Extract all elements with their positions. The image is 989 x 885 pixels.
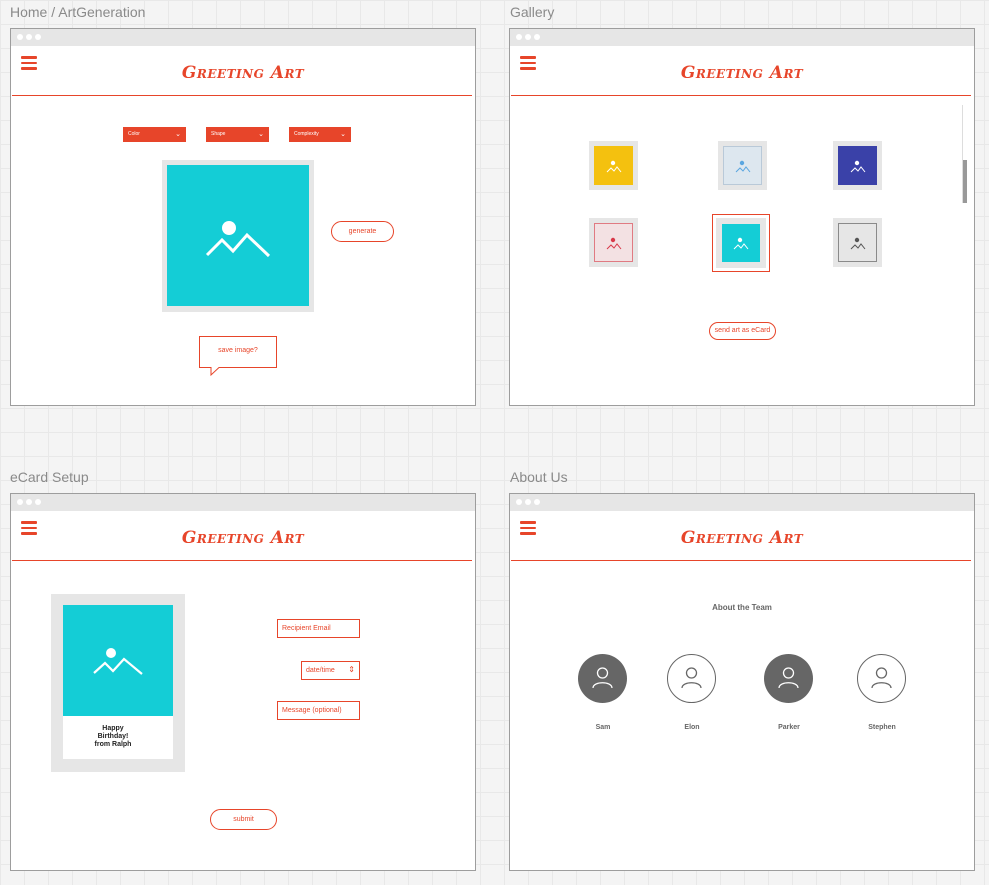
shape-dropdown-label: Shape <box>211 131 226 137</box>
chevron-down-icon: ⌄ <box>175 131 181 138</box>
user-icon <box>592 667 613 689</box>
window-dot-icon <box>516 499 522 505</box>
app-logo[interactable]: Greeting Art <box>11 63 475 83</box>
generate-button[interactable]: generate <box>331 221 394 242</box>
ecard-preview: Happy Birthday! from Ralph <box>63 605 173 759</box>
window-titlebar <box>11 29 475 46</box>
member-name: Parker <box>778 724 800 731</box>
gallery-thumbnail[interactable] <box>589 141 638 190</box>
ecard-message: Happy Birthday! from Ralph <box>63 725 163 749</box>
window-dot-icon <box>35 499 41 505</box>
ecard-message-line: Birthday! <box>97 733 129 740</box>
app-logo[interactable]: Greeting Art <box>510 63 974 83</box>
scrollbar-thumb[interactable] <box>963 160 967 203</box>
image-icon <box>606 237 622 250</box>
ecard-message-line: Happy <box>102 725 124 732</box>
image-icon <box>850 237 866 250</box>
complexity-dropdown[interactable]: Complexity ⌄ <box>289 127 351 142</box>
submit-button[interactable]: submit <box>210 809 277 830</box>
window-titlebar <box>11 494 475 511</box>
gallery-thumbnail-selected[interactable] <box>712 214 770 272</box>
complexity-dropdown-label: Complexity <box>294 131 319 137</box>
member-name: Sam <box>595 724 611 731</box>
color-dropdown[interactable]: Color ⌄ <box>123 127 186 142</box>
window-dot-icon <box>35 34 41 40</box>
user-icon <box>681 667 702 689</box>
avatar <box>857 654 906 703</box>
app-logo[interactable]: Greeting Art <box>510 528 974 548</box>
image-icon <box>850 160 866 173</box>
window-dot-icon <box>26 34 32 40</box>
frame-title-about-us: About Us <box>510 469 568 485</box>
art-preview <box>167 165 309 306</box>
gallery-thumbnail[interactable] <box>718 141 767 190</box>
frame-title-gallery: Gallery <box>510 4 555 20</box>
member-name: Stephen <box>868 724 896 731</box>
window-titlebar <box>510 29 974 46</box>
window-dot-icon <box>525 34 531 40</box>
window-dot-icon <box>516 34 522 40</box>
gallery-thumbnail[interactable] <box>589 218 638 267</box>
app-logo[interactable]: Greeting Art <box>11 528 475 548</box>
header-divider <box>12 560 472 561</box>
thumbnail-image <box>722 224 760 262</box>
ecard-preview-frame: Happy Birthday! from Ralph <box>51 594 185 772</box>
window-dot-icon <box>17 34 23 40</box>
frame-title-ecard-setup: eCard Setup <box>10 469 89 485</box>
avatar <box>667 654 716 703</box>
thumbnail-image <box>594 223 633 262</box>
window-dot-icon <box>26 499 32 505</box>
ecard-setup-window: Greeting Art Happy Birthday! from Ralph … <box>10 493 476 871</box>
avatar <box>764 654 813 703</box>
about-heading: About the Team <box>712 603 772 612</box>
avatar <box>578 654 627 703</box>
art-generation-window: Greeting Art Color ⌄ Shape ⌄ Complexity … <box>10 28 476 406</box>
window-dot-icon <box>17 499 23 505</box>
recipient-email-field[interactable]: Recipient Email <box>277 619 360 638</box>
header-divider <box>511 95 971 96</box>
chevron-down-icon: ⌄ <box>258 131 264 138</box>
save-image-bubble[interactable]: save image? <box>199 336 277 377</box>
send-as-ecard-button[interactable]: send art as eCard <box>709 322 776 340</box>
image-icon <box>93 648 143 675</box>
stepper-icon[interactable]: ⇕ <box>348 662 355 678</box>
datetime-label: date/time <box>306 667 335 674</box>
window-dot-icon <box>534 499 540 505</box>
about-us-window: Greeting Art About the Team Sam Elon Par… <box>509 493 975 871</box>
scrollbar[interactable] <box>962 105 968 203</box>
gallery-thumbnail[interactable] <box>833 218 882 267</box>
scrollbar-track-top <box>963 105 967 160</box>
window-dot-icon <box>525 499 531 505</box>
chevron-down-icon: ⌄ <box>340 131 346 138</box>
image-icon <box>205 221 271 258</box>
ecard-art <box>63 605 173 716</box>
ecard-message-line: from Ralph <box>94 741 132 748</box>
save-image-label: save image? <box>218 347 258 354</box>
speech-bubble-icon <box>199 336 277 377</box>
shape-dropdown[interactable]: Shape ⌄ <box>206 127 269 142</box>
image-icon <box>606 160 622 173</box>
thumbnail-image <box>723 146 762 185</box>
header-divider <box>511 560 971 561</box>
thumbnail-image <box>838 223 877 262</box>
user-icon <box>871 667 892 689</box>
frame-title-art-generation: Home / ArtGeneration <box>10 4 146 20</box>
thumbnail-image <box>838 146 877 185</box>
member-name: Elon <box>684 724 700 731</box>
art-preview-frame <box>162 160 314 312</box>
gallery-window: Greeting Art send art as eCard <box>509 28 975 406</box>
header-divider <box>12 95 472 96</box>
window-titlebar <box>510 494 974 511</box>
image-icon <box>735 160 751 173</box>
image-icon <box>733 237 749 250</box>
user-icon <box>778 667 799 689</box>
thumbnail-frame <box>716 218 766 268</box>
window-dot-icon <box>534 34 540 40</box>
thumbnail-image <box>594 146 633 185</box>
color-dropdown-label: Color <box>128 131 140 137</box>
gallery-thumbnail[interactable] <box>833 141 882 190</box>
datetime-picker[interactable]: date/time ⇕ <box>301 661 360 680</box>
message-field[interactable]: Message (optional) <box>277 701 360 720</box>
